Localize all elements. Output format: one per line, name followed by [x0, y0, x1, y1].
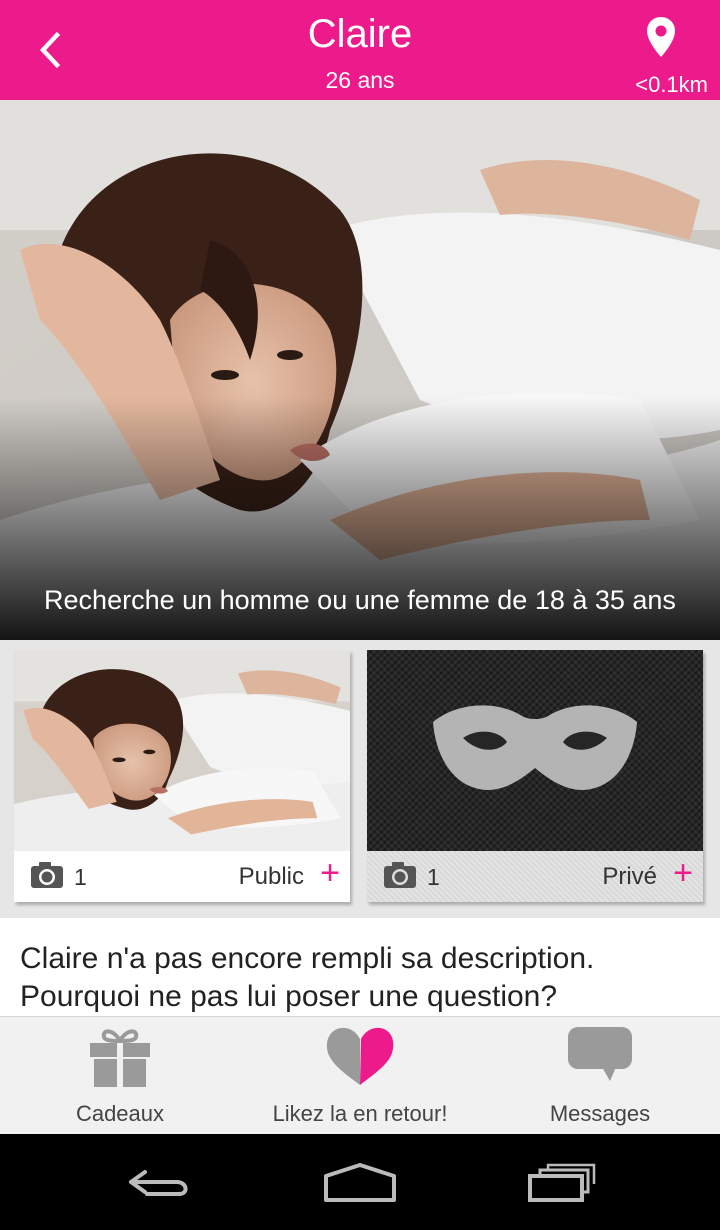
action-tab-bar: Cadeaux Likez la en retour! Messages — [0, 1016, 720, 1134]
gifts-tab[interactable]: Cadeaux — [40, 1017, 200, 1135]
system-navigation-bar — [0, 1134, 720, 1230]
mask-icon — [433, 705, 637, 790]
system-recents-button[interactable] — [522, 1160, 602, 1204]
private-photo-count: 1 — [427, 864, 440, 890]
messages-tab-label: Messages — [549, 1101, 651, 1126]
search-preference-caption: Recherche un homme ou une femme de 18 à … — [44, 585, 676, 615]
back-icon — [129, 1170, 188, 1196]
profile-photo-image — [0, 100, 720, 640]
profile-photo[interactable]: Recherche un homme ou une femme de 18 à … — [0, 100, 720, 640]
photo-albums: 1 Public + 1 Privé + — [0, 640, 720, 918]
recents-icon — [528, 1163, 596, 1202]
add-private-icon[interactable]: + — [673, 856, 693, 890]
public-photo-count: 1 — [74, 864, 87, 890]
public-album-bar: 1 Public + — [14, 851, 350, 902]
public-album-thumbnail — [14, 650, 350, 851]
chat-bubble-icon — [568, 1027, 632, 1081]
location-button[interactable]: <0.1km — [610, 12, 710, 98]
app-header: Claire 26 ans <0.1km — [0, 0, 720, 100]
public-album-label: Public — [238, 863, 304, 890]
heart-icon — [326, 1027, 394, 1085]
private-album-bar: 1 Privé + — [367, 851, 703, 902]
system-back-button[interactable] — [120, 1160, 200, 1204]
profile-description: Claire n'a pas encore rempli sa descript… — [0, 918, 720, 1016]
system-home-button[interactable] — [320, 1160, 400, 1204]
gifts-tab-label: Cadeaux — [75, 1101, 165, 1126]
private-album-card[interactable]: 1 Privé + — [367, 650, 703, 902]
camera-icon — [31, 862, 63, 888]
distance-label: <0.1km — [635, 72, 708, 97]
home-icon — [324, 1163, 396, 1202]
private-album-thumbnail — [367, 650, 703, 851]
public-album-card[interactable]: 1 Public + — [14, 650, 350, 902]
private-album-label: Privé — [602, 863, 657, 890]
like-back-tab-label: Likez la en retour! — [272, 1101, 448, 1126]
camera-icon — [384, 862, 416, 888]
like-back-tab[interactable]: Likez la en retour! — [240, 1017, 480, 1135]
gift-icon — [90, 1029, 150, 1087]
add-public-icon[interactable]: + — [320, 856, 340, 890]
location-pin-icon — [647, 17, 675, 57]
messages-tab[interactable]: Messages — [520, 1017, 680, 1135]
